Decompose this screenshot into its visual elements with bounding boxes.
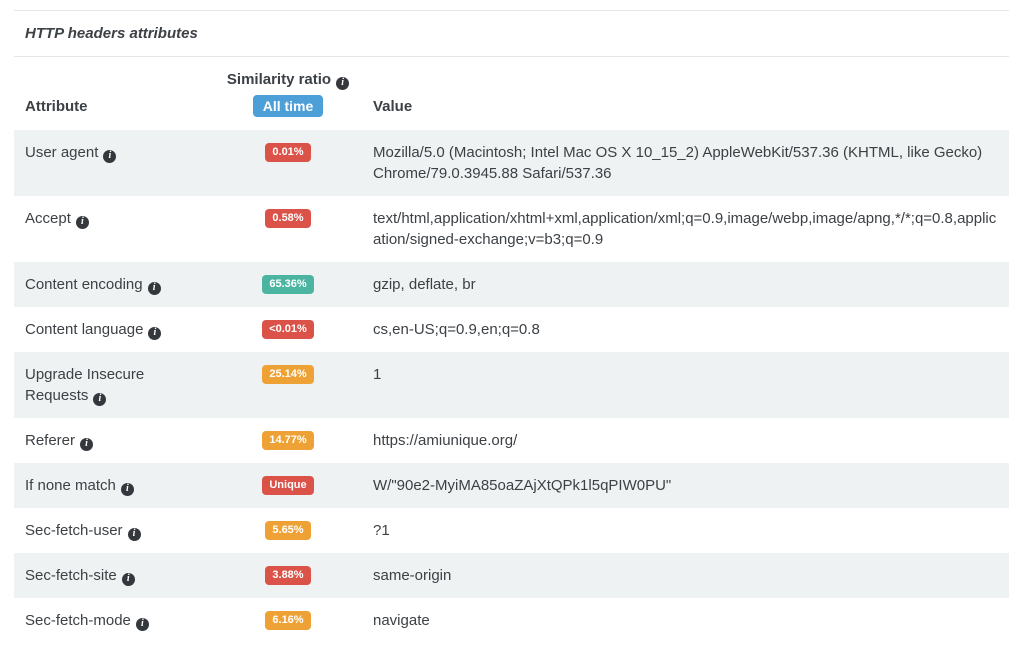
attribute-cell: Content encoding [25, 274, 221, 295]
attribute-value: 1 [355, 364, 997, 406]
info-circle-icon[interactable] [336, 77, 349, 90]
attribute-label: Referer [25, 432, 75, 449]
similarity-badge: 14.77% [262, 431, 313, 450]
info-circle-icon[interactable] [80, 438, 93, 451]
attribute-cell: Accept [25, 208, 221, 250]
attribute-label: If none match [25, 477, 116, 494]
column-header-attribute: Attribute [25, 96, 221, 117]
attribute-cell: Sec-fetch-mode [25, 610, 221, 631]
attribute-value: Mozilla/5.0 (Macintosh; Intel Mac OS X 1… [355, 142, 997, 184]
info-circle-icon[interactable] [93, 393, 106, 406]
info-circle-icon[interactable] [136, 618, 149, 631]
similarity-cell: 6.16% [221, 610, 355, 631]
attribute-label: User agent [25, 144, 98, 161]
similarity-badge: Unique [262, 476, 313, 495]
http-headers-panel: HTTP headers attributes Attribute Simila… [14, 10, 1009, 643]
table-row: Sec-fetch-site 3.88% same-origin [14, 553, 1009, 598]
similarity-badge: 3.88% [265, 566, 310, 585]
similarity-cell: 5.65% [221, 520, 355, 541]
similarity-cell: 0.58% [221, 208, 355, 250]
similarity-badge: 25.14% [262, 365, 313, 384]
attribute-value: cs,en-US;q=0.9,en;q=0.8 [355, 319, 997, 340]
table-row: Referer 14.77% https://amiunique.org/ [14, 418, 1009, 463]
attribute-label: Sec-fetch-mode [25, 612, 131, 629]
column-header-value: Value [355, 96, 997, 117]
table-row: Content language <0.01% cs,en-US;q=0.9,e… [14, 307, 1009, 352]
table-header: Attribute Similarity ratio All time Valu… [14, 57, 1009, 130]
similarity-cell: 14.77% [221, 430, 355, 451]
section-title-bar: HTTP headers attributes [14, 10, 1009, 57]
info-circle-icon[interactable] [76, 216, 89, 229]
table-row: Sec-fetch-user 5.65% ?1 [14, 508, 1009, 553]
attribute-value: https://amiunique.org/ [355, 430, 997, 451]
similarity-cell: 3.88% [221, 565, 355, 586]
similarity-cell: 0.01% [221, 142, 355, 184]
attribute-value: same-origin [355, 565, 997, 586]
attribute-value: gzip, deflate, br [355, 274, 997, 295]
info-circle-icon[interactable] [148, 282, 161, 295]
table-row: If none match Unique W/"90e2-MyiMA85oaZA… [14, 463, 1009, 508]
attribute-cell: Sec-fetch-user [25, 520, 221, 541]
info-circle-icon[interactable] [122, 573, 135, 586]
attribute-label: Accept [25, 210, 71, 227]
similarity-cell: <0.01% [221, 319, 355, 340]
info-circle-icon[interactable] [148, 327, 161, 340]
attribute-value: ?1 [355, 520, 997, 541]
attribute-value: navigate [355, 610, 997, 631]
similarity-badge: 0.01% [265, 143, 310, 162]
similarity-badge: 0.58% [265, 209, 310, 228]
attribute-label: Content language [25, 321, 143, 338]
attribute-label: Sec-fetch-user [25, 522, 123, 539]
similarity-cell: 65.36% [221, 274, 355, 295]
attribute-cell: If none match [25, 475, 221, 496]
table-body: User agent 0.01% Mozilla/5.0 (Macintosh;… [14, 130, 1009, 643]
attribute-cell: Sec-fetch-site [25, 565, 221, 586]
similarity-badge: 65.36% [262, 275, 313, 294]
similarity-cell: Unique [221, 475, 355, 496]
similarity-badge: 5.65% [265, 521, 310, 540]
attribute-cell: Content language [25, 319, 221, 340]
attribute-label: Upgrade Insecure Requests [25, 366, 144, 404]
attribute-cell: Referer [25, 430, 221, 451]
attribute-label: Content encoding [25, 276, 143, 293]
attribute-cell: User agent [25, 142, 221, 184]
similarity-cell: 25.14% [221, 364, 355, 406]
info-circle-icon[interactable] [128, 528, 141, 541]
table-row: Upgrade Insecure Requests 25.14% 1 [14, 352, 1009, 418]
table-row: User agent 0.01% Mozilla/5.0 (Macintosh;… [14, 130, 1009, 196]
section-title: HTTP headers attributes [25, 25, 198, 42]
info-circle-icon[interactable] [103, 150, 116, 163]
similarity-badge: 6.16% [265, 611, 310, 630]
column-header-similarity-ratio: Similarity ratio [227, 69, 349, 90]
attribute-label: Sec-fetch-site [25, 567, 117, 584]
table-row: Sec-fetch-mode 6.16% navigate [14, 598, 1009, 643]
similarity-badge: <0.01% [262, 320, 314, 339]
attribute-value: W/"90e2-MyiMA85oaZAjXtQPk1l5qPIW0PU" [355, 475, 997, 496]
info-circle-icon[interactable] [121, 483, 134, 496]
table-row: Accept 0.58% text/html,application/xhtml… [14, 196, 1009, 262]
table-row: Content encoding 65.36% gzip, deflate, b… [14, 262, 1009, 307]
attribute-cell: Upgrade Insecure Requests [25, 364, 221, 406]
attribute-value: text/html,application/xhtml+xml,applicat… [355, 208, 997, 250]
all-time-button[interactable]: All time [253, 95, 324, 117]
